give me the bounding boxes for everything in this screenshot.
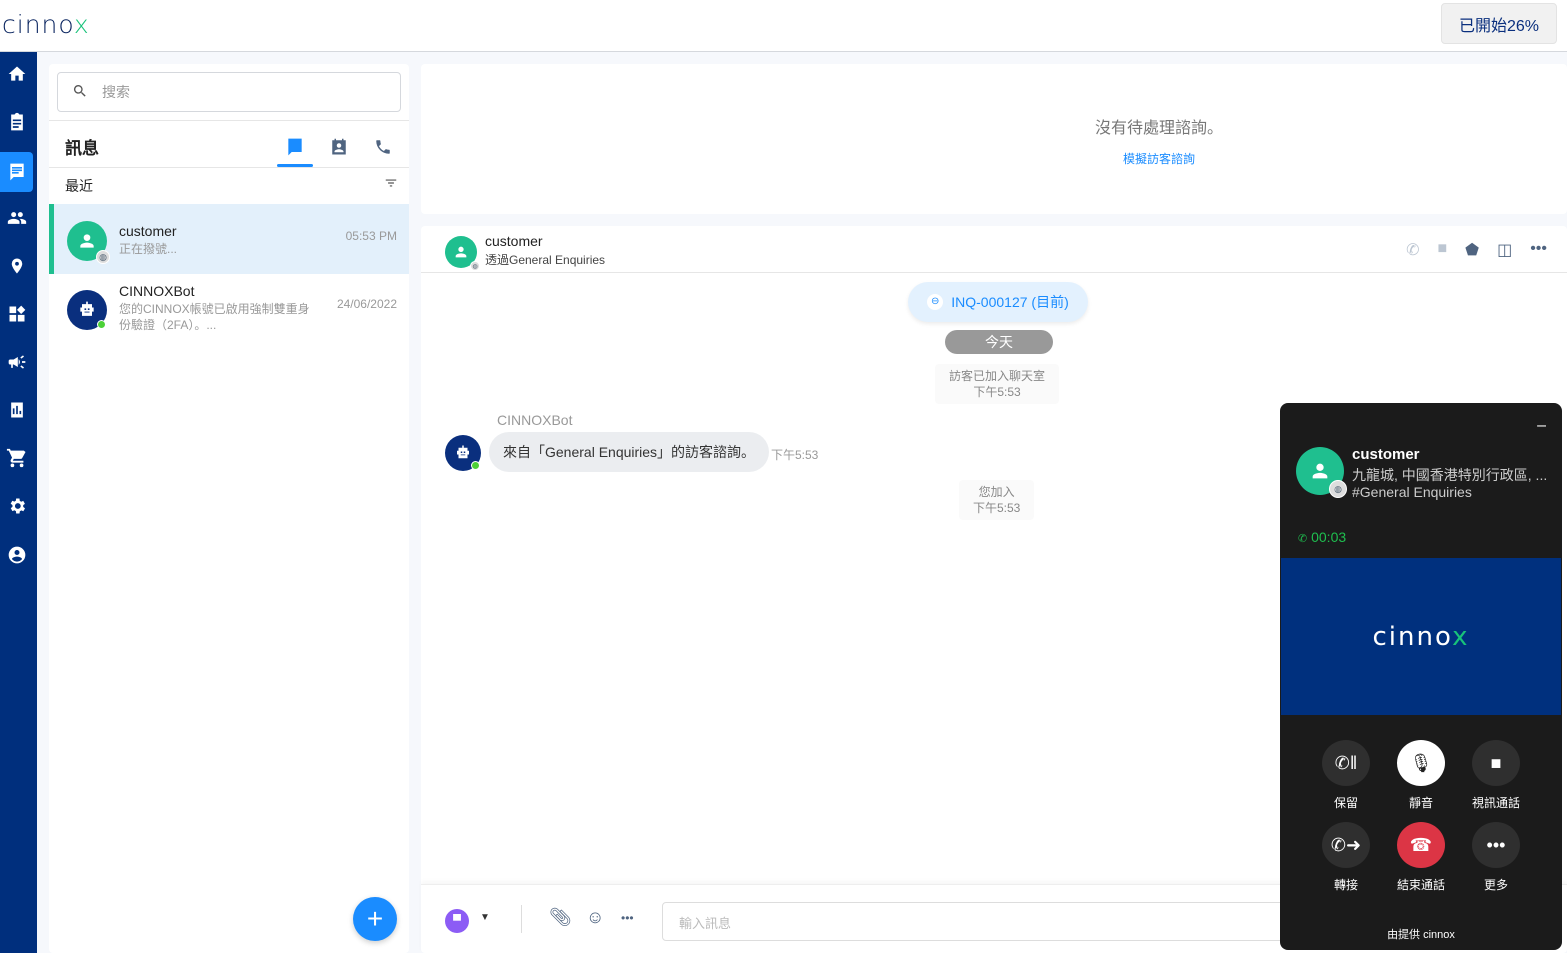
side-nav <box>0 52 37 953</box>
tag-icon[interactable]: ⬟ <box>1465 240 1479 260</box>
nav-home-icon[interactable] <box>0 54 33 94</box>
bot-avatar <box>445 435 481 471</box>
filter-icon[interactable] <box>383 176 399 195</box>
conversation-panel: 搜索 訊息 最近 ◍ customer 正在撥號... 05:53 PM CIN… <box>49 64 409 953</box>
nav-location-icon[interactable] <box>0 246 33 286</box>
nav-report-icon[interactable] <box>0 390 33 430</box>
conversation-item-cinnoxbot[interactable]: CINNOXBot 您的CINNOX帳號已啟用強制雙重身份驗證（2FA）。...… <box>49 276 409 356</box>
globe-icon: ◍ <box>96 250 110 264</box>
divider <box>521 905 522 933</box>
video-area: cinnox <box>1281 558 1561 715</box>
recent-label: 最近 <box>65 178 93 194</box>
nav-widgets-icon[interactable] <box>0 294 33 334</box>
more-icon[interactable]: ••• <box>1530 240 1547 260</box>
avatar: ◍ <box>445 236 480 271</box>
channel-selector-icon[interactable]: ▀ <box>445 909 469 933</box>
pending-inquiries-panel: 沒有待處理諮詢。 模擬訪客諮詢 <box>421 64 1567 214</box>
nav-account-icon[interactable] <box>0 535 33 575</box>
panel-toggle-icon[interactable]: ◫ <box>1497 240 1512 260</box>
attachment-icon[interactable]: 📎︎ <box>549 907 572 928</box>
bot-avatar <box>67 290 107 330</box>
chat-contact-name: customer <box>485 233 543 249</box>
cinnox-logo: cinnox <box>1372 621 1470 652</box>
transfer-icon: ✆➜ <box>1322 822 1370 868</box>
emoji-icon[interactable]: ☺ <box>586 907 604 928</box>
video-call-button[interactable]: ■ 視訊通話 <box>1472 740 1520 811</box>
system-message: 訪客已加入聊天室 下午5:53 <box>935 364 1060 404</box>
online-indicator <box>471 461 480 470</box>
chevron-down-icon[interactable]: ▼ <box>480 912 490 923</box>
hangup-button[interactable]: ☎ 結束通話 <box>1397 822 1445 893</box>
sender-name: CINNOXBot <box>497 412 573 428</box>
mic-icon: 🎙︎ <box>1397 740 1445 786</box>
search-icon <box>72 83 88 102</box>
tab-calls[interactable] <box>365 131 401 163</box>
online-indicator <box>97 320 106 329</box>
globe-icon: ◍ <box>470 261 480 271</box>
nav-chat-icon[interactable] <box>0 152 33 192</box>
nav-cart-icon[interactable] <box>0 438 33 478</box>
nav-campaign-icon[interactable] <box>0 342 33 382</box>
cinnox-logo[interactable]: cinnox <box>2 10 90 39</box>
minimize-button[interactable]: – <box>1537 417 1546 435</box>
chat-header: ◍ customer 透過General Enquiries ✆ ■ ⬟ ◫ •… <box>421 226 1567 273</box>
caller-location: 九龍城, 中國香港特別行政區, ... <box>1352 467 1548 483</box>
hangup-icon: ☎ <box>1397 822 1445 868</box>
link-icon: ⊖ <box>927 294 944 310</box>
trial-progress-button[interactable]: 已開始26% <box>1441 3 1557 44</box>
chat-channel: 透過General Enquiries <box>485 253 606 267</box>
hold-icon: ✆‖ <box>1322 740 1370 786</box>
transfer-button[interactable]: ✆➜ 轉接 <box>1322 822 1370 893</box>
powered-by: 由提供 cinnox <box>1387 929 1455 941</box>
call-icon[interactable]: ✆ <box>1406 240 1419 260</box>
mute-button[interactable]: 🎙︎ 靜音 <box>1397 740 1445 811</box>
globe-icon: ◍ <box>1329 480 1347 498</box>
messages-title: 訊息 <box>65 139 99 158</box>
new-conversation-button[interactable]: + <box>353 897 397 941</box>
nav-contacts-icon[interactable] <box>0 198 33 238</box>
avatar: ◍ <box>67 221 110 264</box>
date-separator: 今天 <box>945 330 1053 354</box>
caller-name: customer <box>1352 446 1420 463</box>
simulate-inquiry-link[interactable]: 模擬訪客諮詢 <box>421 150 1567 167</box>
inquiry-badge[interactable]: ⊖ INQ-000127 (目前) <box>908 282 1088 322</box>
avatar: ◍ <box>1296 447 1347 498</box>
more-options-icon[interactable]: ••• <box>621 911 634 925</box>
system-message: 您加入 下午5:53 <box>959 480 1035 520</box>
hold-button[interactable]: ✆‖ 保留 <box>1322 740 1370 811</box>
caller-group: #General Enquiries <box>1352 484 1472 500</box>
video-call-icon[interactable]: ■ <box>1437 240 1447 260</box>
message-input[interactable]: 輸入訊息 <box>662 902 1302 941</box>
tab-messages[interactable] <box>277 131 313 167</box>
more-button[interactable]: ••• 更多 <box>1472 822 1520 893</box>
tab-contacts[interactable] <box>321 131 357 163</box>
conversation-item-customer[interactable]: ◍ customer 正在撥號... 05:53 PM <box>49 204 409 274</box>
search-input[interactable]: 搜索 <box>57 72 401 112</box>
nav-settings-icon[interactable] <box>0 486 33 526</box>
more-icon: ••• <box>1472 822 1520 868</box>
message-time: 下午5:53 <box>771 448 819 462</box>
no-pending-message: 沒有待處理諮詢。 <box>1094 120 1223 137</box>
nav-clipboard-icon[interactable] <box>0 102 33 142</box>
message-bubble: 來自「General Enquiries」的訪客諮詢。 <box>489 432 770 472</box>
call-widget: – ◍ customer 九龍城, 中國香港特別行政區, ... #Genera… <box>1280 403 1562 950</box>
call-timer: ✆ 00:03 <box>1298 529 1347 545</box>
incoming-call-icon: ✆ <box>1298 533 1308 545</box>
video-icon: ■ <box>1472 740 1520 786</box>
messages-header: 訊息 <box>49 120 409 168</box>
top-bar: cinnox 已開始26% <box>0 0 1567 52</box>
